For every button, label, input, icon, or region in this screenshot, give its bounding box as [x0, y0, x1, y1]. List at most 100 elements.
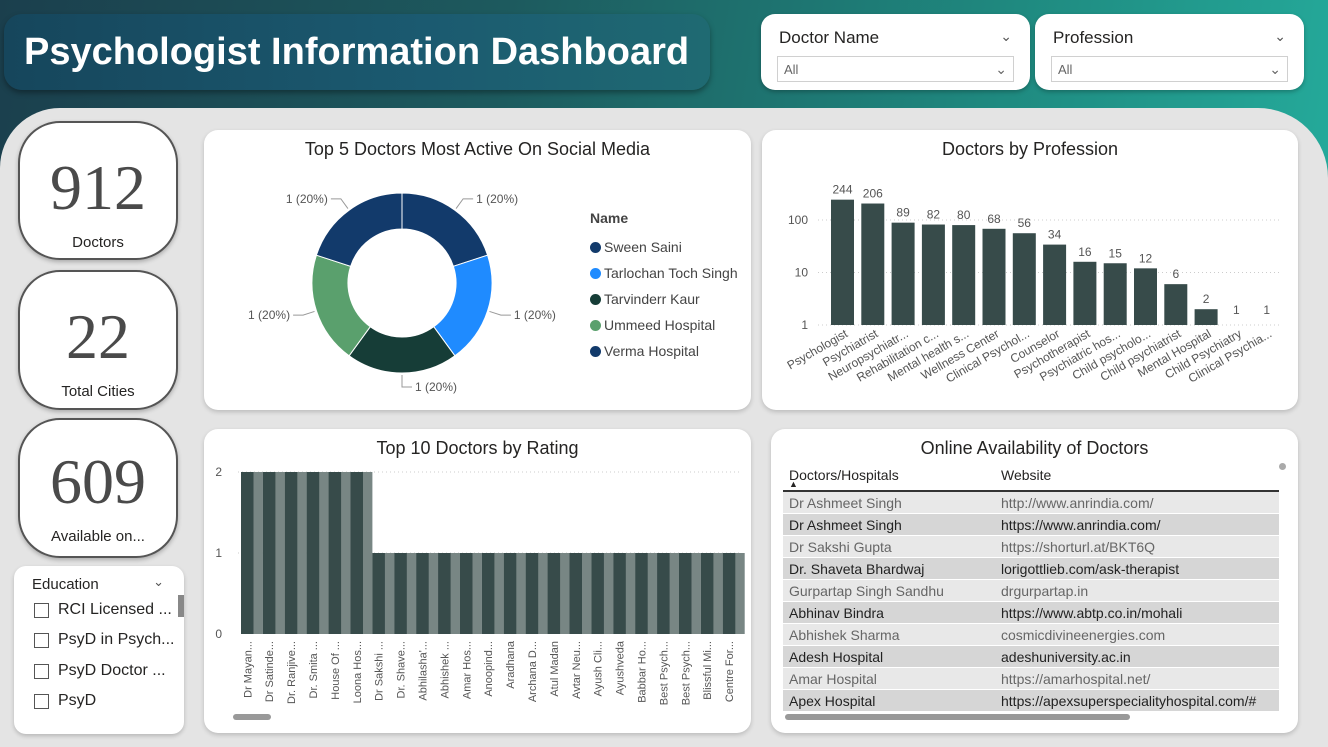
donut-data-label: 1 (20%) — [248, 308, 290, 322]
profession-dropdown[interactable]: All ⌄ — [1051, 56, 1288, 82]
bar — [1134, 268, 1157, 325]
rating-bar — [569, 553, 582, 634]
rating-bar — [328, 472, 342, 634]
education-option-label: PsyD in Psych... — [58, 631, 175, 648]
website-cell[interactable]: adeshuniversity.ac.in — [1001, 649, 1131, 665]
table-row[interactable]: Dr Ashmeet Singh https://www.anrindia.com… — [783, 514, 1279, 536]
legend-dot-icon — [590, 293, 601, 305]
x-tick-label: Dr Sakshi ... — [374, 641, 386, 701]
education-option[interactable]: RCI Licensed ... — [34, 601, 172, 619]
y-tick-label: 1 — [215, 546, 222, 560]
website-cell[interactable]: https://www.abtp.co.in/mohali — [1001, 605, 1182, 621]
profession-value: All — [1058, 61, 1073, 77]
doctor-name-dropdown[interactable]: All ⌄ — [777, 56, 1014, 82]
website-cell[interactable]: cosmicdivineenergies.com — [1001, 627, 1165, 643]
bar — [861, 203, 885, 325]
rating-bar — [306, 472, 320, 634]
website-cell[interactable]: https://amarhospital.net/ — [1001, 671, 1150, 687]
y-tick-label: 1 — [801, 318, 808, 332]
education-option[interactable]: PsyD — [34, 692, 96, 710]
column-header-website[interactable]: Website — [1001, 467, 1051, 483]
website-cell[interactable]: https://shorturl.at/BKT6Q — [1001, 539, 1155, 555]
x-tick-label: Aradhana — [505, 640, 517, 689]
profession-slicer[interactable]: Profession ⌄ All ⌄ — [1035, 14, 1304, 90]
checkbox[interactable] — [34, 663, 49, 679]
kpi-doctors-caption: Doctors — [72, 234, 124, 251]
table-row[interactable]: Amar Hospital https://amarhospital.net/ — [783, 668, 1279, 690]
table-row[interactable]: Apex Hospital https://apexsuperspeciality… — [783, 690, 1279, 712]
x-tick-label: Abhilasha'... — [417, 641, 429, 701]
legend-item[interactable]: Tarvinderr Kaur — [590, 286, 738, 312]
table-row[interactable]: Dr. Shaveta Bhardwaj lorigottlieb.com/ask… — [783, 558, 1279, 580]
legend-title: Name — [590, 210, 629, 226]
x-tick-label: Avtar Neu... — [571, 641, 583, 699]
legend-item[interactable]: Sween Saini — [590, 234, 738, 260]
y-tick-label: 0 — [215, 627, 222, 641]
bar-data-label: 68 — [987, 212, 1001, 226]
bar — [921, 224, 945, 325]
legend-item[interactable]: Ummeed Hospital — [590, 312, 738, 338]
rating-bar — [284, 472, 298, 634]
column-header-doctors[interactable]: Doctors/Hospitals — [789, 467, 899, 483]
checkbox[interactable] — [34, 693, 49, 709]
dashboard-title-text: Psychologist Information Dashboard — [24, 30, 690, 73]
bar-data-label: 12 — [1139, 251, 1153, 265]
legend-item[interactable]: Verma Hospital — [590, 338, 738, 364]
website-cell[interactable]: lorigottlieb.com/ask-therapist — [1001, 561, 1179, 577]
table-row[interactable]: Abhishek Sharma cosmicdivineenergies.com — [783, 624, 1279, 646]
rating-bar — [416, 553, 429, 634]
doctor-name-cell: Dr Sakshi Gupta — [789, 539, 892, 555]
bar — [1103, 263, 1127, 325]
chevron-down-icon[interactable]: ⌄ — [153, 574, 164, 590]
education-scrollbar[interactable] — [178, 595, 184, 617]
kpi-cities-caption: Total Cities — [61, 383, 135, 400]
doctor-name-slicer[interactable]: Doctor Name ⌄ All ⌄ — [761, 14, 1030, 90]
donut-data-label: 1 (20%) — [286, 192, 328, 206]
donut-leader-line — [489, 310, 511, 316]
bar-data-label: 1 — [1263, 303, 1270, 317]
rating-chart: 0 1 2 Dr Mayan... Dr Satinde... Dr. Ranjive..… — [215, 465, 745, 705]
bar-data-label: 82 — [927, 208, 941, 222]
chevron-down-icon[interactable]: ⌄ — [1274, 28, 1286, 45]
education-option[interactable]: PsyD in Psych... — [34, 631, 174, 649]
x-tick-label: House Of ... — [330, 641, 342, 700]
rating-bar — [525, 553, 539, 634]
rating-bar — [481, 553, 495, 634]
table-row[interactable]: Dr Ashmeet Singh http://www.anrindia.com/ — [783, 492, 1279, 514]
table-horizontal-scrollbar[interactable] — [785, 714, 1130, 720]
table-row[interactable]: Abhinav Bindra https://www.abtp.co.in/moh… — [783, 602, 1279, 624]
x-tick-label: Babbar Ho... — [636, 641, 648, 703]
website-cell[interactable]: https://apexsuperspecialityhospital.com/… — [1001, 693, 1256, 709]
kpi-available-caption: Available on... — [51, 528, 145, 545]
x-tick-label: Dr. Shave... — [396, 641, 408, 698]
bar-data-label: 80 — [957, 208, 971, 222]
checkbox[interactable] — [34, 602, 49, 618]
table-vertical-scrollbar[interactable] — [1279, 463, 1286, 470]
bar-data-label: 1 — [1233, 303, 1240, 317]
y-tick-label: 100 — [788, 213, 808, 227]
chevron-down-icon: ⌄ — [1269, 60, 1281, 77]
donut-data-label: 1 (20%) — [415, 380, 457, 394]
x-tick-label: Dr Mayan... — [242, 641, 254, 698]
bar — [1012, 233, 1036, 325]
legend-dot-icon — [590, 345, 601, 357]
checkbox[interactable] — [34, 632, 49, 648]
table-row[interactable]: Dr Sakshi Gupta https://shorturl.at/BKT6Q — [783, 536, 1279, 558]
rating-scrollbar[interactable] — [233, 714, 271, 720]
website-cell[interactable]: https://www.anrindia.com/ — [1001, 517, 1161, 533]
table-header: Doctors/Hospitals ▲ Website — [783, 462, 1279, 492]
table-row[interactable]: Gurpartap Singh Sandhu drgurpartap.in — [783, 580, 1279, 602]
website-cell[interactable]: http://www.anrindia.com/ — [1001, 495, 1154, 511]
donut-legend: Name Sween Saini Tarlochan Toch Singh Tarv… — [590, 210, 738, 364]
sort-ascending-icon[interactable]: ▲ — [789, 479, 798, 489]
table-row[interactable]: Adesh Hospital adeshuniversity.ac.in — [783, 646, 1279, 668]
kpi-doctors-card: 912 Doctors — [18, 121, 178, 260]
chevron-down-icon[interactable]: ⌄ — [1000, 28, 1012, 45]
legend-label: Tarlochan Toch Singh — [604, 265, 738, 281]
education-option[interactable]: PsyD Doctor ... — [34, 662, 166, 680]
social-media-donut-card: Top 5 Doctors Most Active On Social Medi… — [204, 130, 751, 410]
website-cell[interactable]: drgurpartap.in — [1001, 583, 1088, 599]
rating-bar — [722, 553, 736, 634]
legend-item[interactable]: Tarlochan Toch Singh — [590, 260, 738, 286]
x-tick-label: Blissful Mi... — [702, 641, 714, 700]
